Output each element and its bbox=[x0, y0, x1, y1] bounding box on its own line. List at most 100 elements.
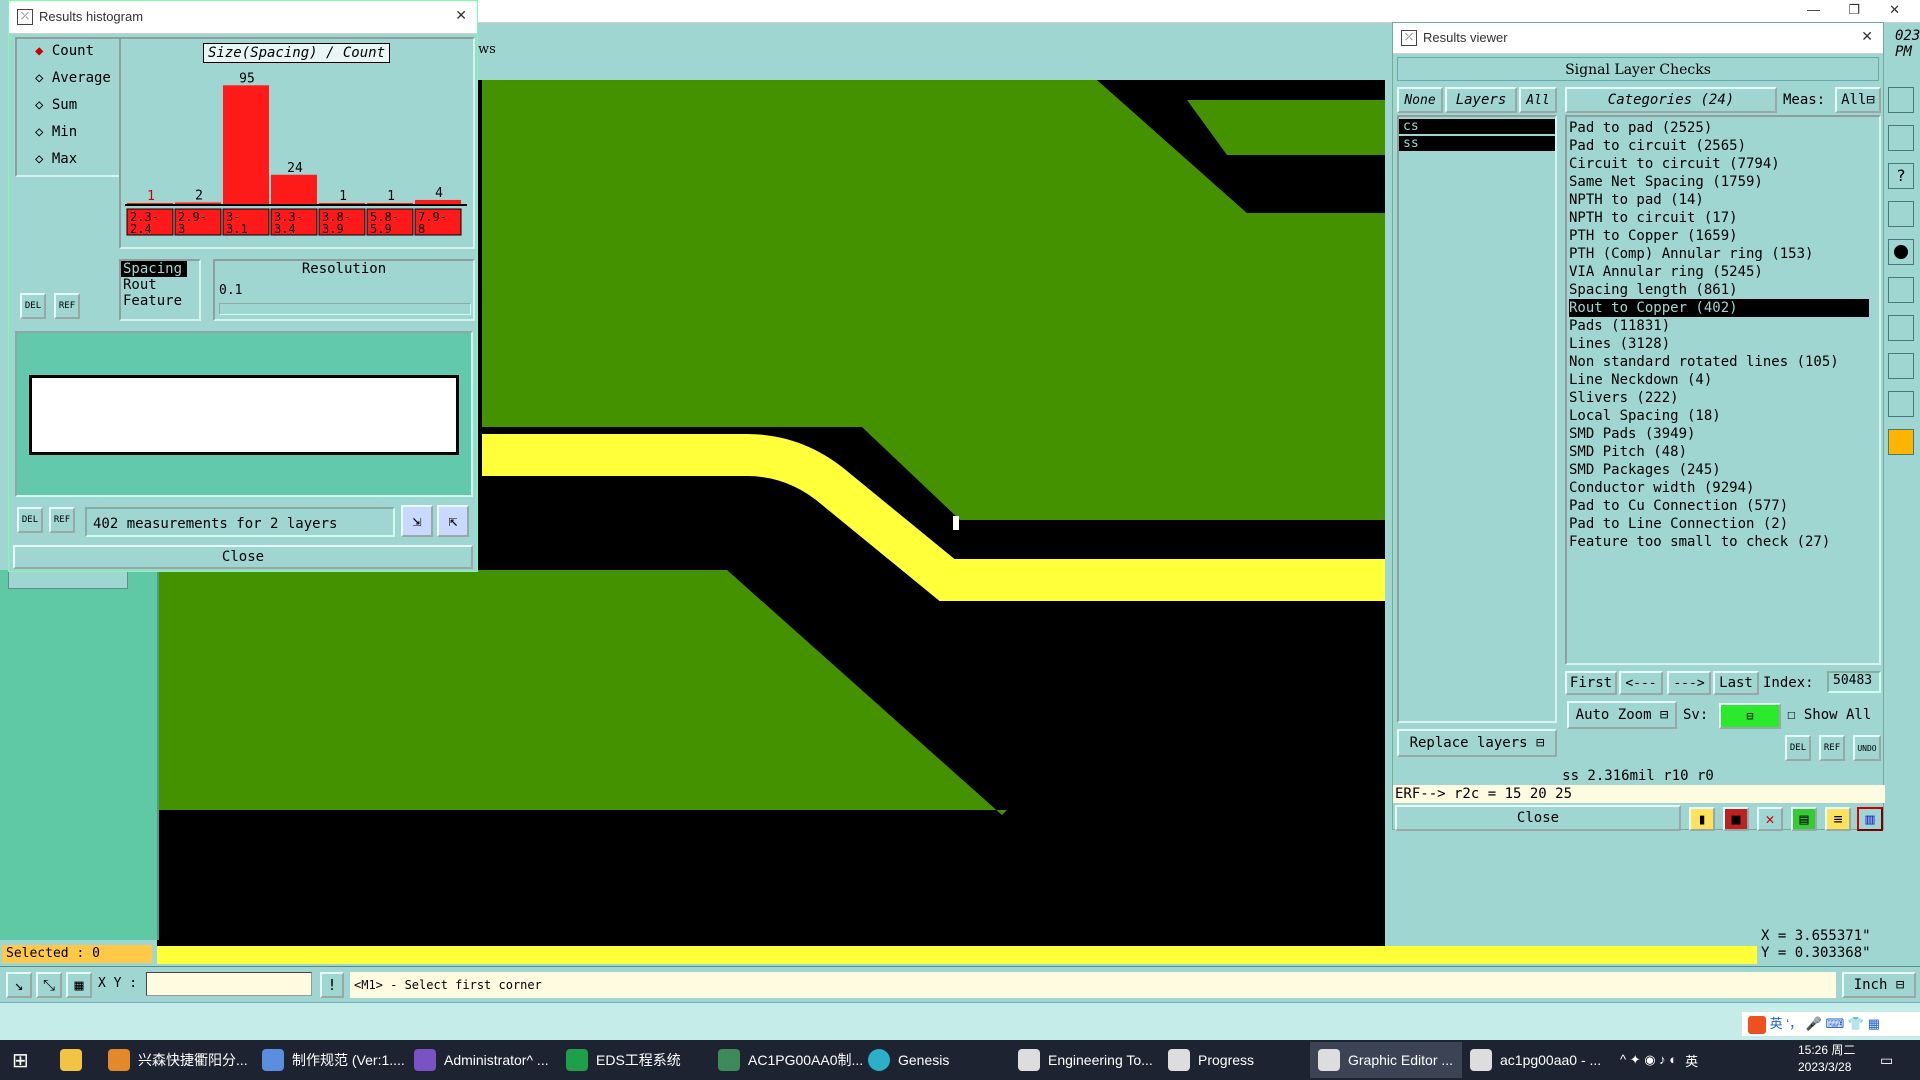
categories-button[interactable]: Categories (24) bbox=[1565, 87, 1777, 113]
histogram-icon[interactable]: ▥ bbox=[1857, 807, 1883, 831]
category-item[interactable]: Pads (11831) bbox=[1569, 317, 1869, 335]
taskbar-item-9[interactable]: ac1pg00aa0 - ... bbox=[1470, 1042, 1601, 1078]
layer-item-ss[interactable]: ss bbox=[1399, 136, 1555, 151]
category-item[interactable]: Slivers (222) bbox=[1569, 389, 1869, 407]
zoom-window-icon[interactable]: ↘ bbox=[6, 972, 32, 998]
first-button[interactable]: First bbox=[1565, 671, 1617, 695]
zoom-fit-icon[interactable]: ⤡ bbox=[36, 972, 62, 998]
notes-icon[interactable]: ≡ bbox=[1825, 807, 1851, 831]
meas-dropdown[interactable]: All ⊟ bbox=[1835, 87, 1881, 113]
viewer-ref-button[interactable]: REF bbox=[1819, 735, 1845, 761]
info-icon[interactable]: ! bbox=[320, 972, 344, 998]
category-item[interactable]: Pad to Line Connection (2) bbox=[1569, 515, 1869, 533]
del-button[interactable]: DEL bbox=[20, 293, 46, 319]
restore-icon[interactable]: ❐ bbox=[1848, 2, 1860, 18]
category-item[interactable]: SMD Pads (3949) bbox=[1569, 425, 1869, 443]
radio-count[interactable]: ◆ Count bbox=[35, 43, 94, 59]
layers-all-button[interactable]: All bbox=[1519, 87, 1557, 113]
viewer-titlebar[interactable]: ⤫ Results viewer ✕ bbox=[1393, 23, 1883, 54]
next-button[interactable]: ---> bbox=[1667, 671, 1711, 695]
undo-button[interactable]: UNDO bbox=[1853, 735, 1881, 761]
category-item[interactable]: NPTH to circuit (17) bbox=[1569, 209, 1869, 227]
histogram-close-button[interactable]: Close bbox=[13, 545, 473, 569]
radio-sum[interactable]: ◇ Sum bbox=[35, 97, 77, 113]
category-item[interactable]: VIA Annular ring (5245) bbox=[1569, 263, 1869, 281]
pointer-icon[interactable] bbox=[1888, 429, 1914, 455]
prev-button[interactable]: <--- bbox=[1619, 671, 1663, 695]
type-rout[interactable]: Rout bbox=[121, 277, 199, 293]
category-item[interactable]: Rout to Copper (402) bbox=[1569, 299, 1869, 317]
auto-zoom-dropdown[interactable]: Auto Zoom ⊟ bbox=[1567, 701, 1677, 729]
close-icon[interactable]: ✕ bbox=[1889, 2, 1900, 18]
layer-item-cs[interactable]: cs bbox=[1399, 119, 1555, 134]
export-icon[interactable]: ⇲ bbox=[401, 505, 433, 537]
taskbar-item-5[interactable]: Genesis bbox=[868, 1042, 949, 1078]
ime-toolbar[interactable]: 英 ‘， 🎤 ⌨ 👕 ▦ bbox=[1742, 1012, 1920, 1036]
unit-dropdown[interactable]: Inch ⊟ bbox=[1842, 972, 1916, 998]
taskbar-item-3[interactable]: EDS工程系统 bbox=[566, 1042, 681, 1078]
viewer-del-button[interactable]: DEL bbox=[1785, 735, 1811, 761]
category-item[interactable]: Non standard rotated lines (105) bbox=[1569, 353, 1869, 371]
clock[interactable]: 15:26 周二 2023/3/28 bbox=[1798, 1042, 1855, 1076]
last-button[interactable]: Last bbox=[1713, 671, 1759, 695]
close-icon[interactable]: ✕ bbox=[1861, 28, 1873, 45]
category-item[interactable]: Pad to circuit (2565) bbox=[1569, 137, 1869, 155]
ref-button-2[interactable]: REF bbox=[49, 507, 75, 533]
histogram-titlebar[interactable]: ⤫ Results histogram ✕ bbox=[9, 1, 477, 34]
screen-icon[interactable]: ■ bbox=[1723, 807, 1749, 831]
category-item[interactable]: SMD Packages (245) bbox=[1569, 461, 1869, 479]
category-item[interactable]: PTH to Copper (1659) bbox=[1569, 227, 1869, 245]
index-field[interactable]: 50483 bbox=[1827, 671, 1881, 693]
histogram-bar[interactable] bbox=[271, 174, 317, 205]
category-item[interactable]: Pad to pad (2525) bbox=[1569, 119, 1869, 137]
category-item[interactable]: Circuit to circuit (7794) bbox=[1569, 155, 1869, 173]
taskbar-item-6[interactable]: Engineering To... bbox=[1018, 1042, 1153, 1078]
category-item[interactable]: Spacing length (861) bbox=[1569, 281, 1869, 299]
radio-average[interactable]: ◇ Average bbox=[35, 70, 111, 86]
shapes-icon[interactable] bbox=[1888, 353, 1914, 379]
category-item[interactable]: PTH (Comp) Annular ring (153) bbox=[1569, 245, 1869, 263]
flip-icon[interactable] bbox=[1888, 315, 1914, 341]
report-icon[interactable]: ▤ bbox=[1791, 807, 1817, 831]
taskbar-item-4[interactable]: AC1PG00AA0制... bbox=[718, 1042, 863, 1078]
radio-max[interactable]: ◇ Max bbox=[35, 151, 77, 167]
taskbar-item-8[interactable]: Graphic Editor ... bbox=[1310, 1042, 1462, 1078]
start-icon[interactable]: ⊞ bbox=[12, 1042, 29, 1078]
category-item[interactable]: Pad to Cu Connection (577) bbox=[1569, 497, 1869, 515]
tray-icons[interactable]: ^ ✦ ◉ ♪ ◐ 英 bbox=[1620, 1042, 1698, 1078]
bookmark-icon[interactable]: ▮ bbox=[1689, 807, 1715, 831]
circle-icon[interactable] bbox=[1888, 239, 1914, 265]
category-item[interactable]: SMD Pitch (48) bbox=[1569, 443, 1869, 461]
show-all-checkbox[interactable]: ☐ Show All bbox=[1787, 707, 1871, 723]
category-item[interactable]: Same Net Spacing (1759) bbox=[1569, 173, 1869, 191]
explorer-icon[interactable] bbox=[60, 1042, 90, 1078]
category-item[interactable]: Conductor width (9294) bbox=[1569, 479, 1869, 497]
del-button-2[interactable]: DEL bbox=[17, 507, 43, 533]
import-icon[interactable]: ⇱ bbox=[437, 505, 469, 537]
type-spacing[interactable]: Spacing bbox=[121, 261, 187, 277]
replace-layers-dropdown[interactable]: Replace layers ⊟ bbox=[1397, 729, 1557, 757]
ref-button[interactable]: REF bbox=[54, 293, 80, 319]
help-icon[interactable]: ? bbox=[1888, 163, 1914, 189]
taskbar-item-1[interactable]: 制作规范 (Ver:1.... bbox=[262, 1042, 405, 1078]
layers-none-button[interactable]: None bbox=[1397, 87, 1443, 113]
category-item[interactable]: NPTH to pad (14) bbox=[1569, 191, 1869, 209]
resolution-slider[interactable] bbox=[219, 303, 471, 315]
close-icon[interactable]: ✕ bbox=[455, 7, 467, 24]
connect-icon[interactable] bbox=[1888, 277, 1914, 303]
taskbar-item-2[interactable]: Administrator^ ... bbox=[414, 1042, 549, 1078]
viewer-close-button[interactable]: Close bbox=[1395, 805, 1681, 831]
warning-icon[interactable] bbox=[1888, 391, 1914, 417]
notification-icon[interactable]: ▭ bbox=[1880, 1042, 1893, 1078]
xy-input[interactable] bbox=[146, 972, 312, 996]
layers-button[interactable]: Layers bbox=[1445, 87, 1517, 113]
type-feature[interactable]: Feature bbox=[121, 293, 199, 309]
taskbar-item-0[interactable]: 兴森快捷衢阳分... bbox=[108, 1042, 248, 1078]
layout-icon[interactable] bbox=[1888, 87, 1914, 113]
taskbar-item-7[interactable]: Progress bbox=[1168, 1042, 1254, 1078]
snap-icon[interactable] bbox=[1888, 125, 1914, 151]
category-item[interactable]: Lines (3128) bbox=[1569, 335, 1869, 353]
category-item[interactable]: Line Neckdown (4) bbox=[1569, 371, 1869, 389]
histogram-bar[interactable] bbox=[223, 85, 269, 205]
measure-icon[interactable] bbox=[1888, 201, 1914, 227]
